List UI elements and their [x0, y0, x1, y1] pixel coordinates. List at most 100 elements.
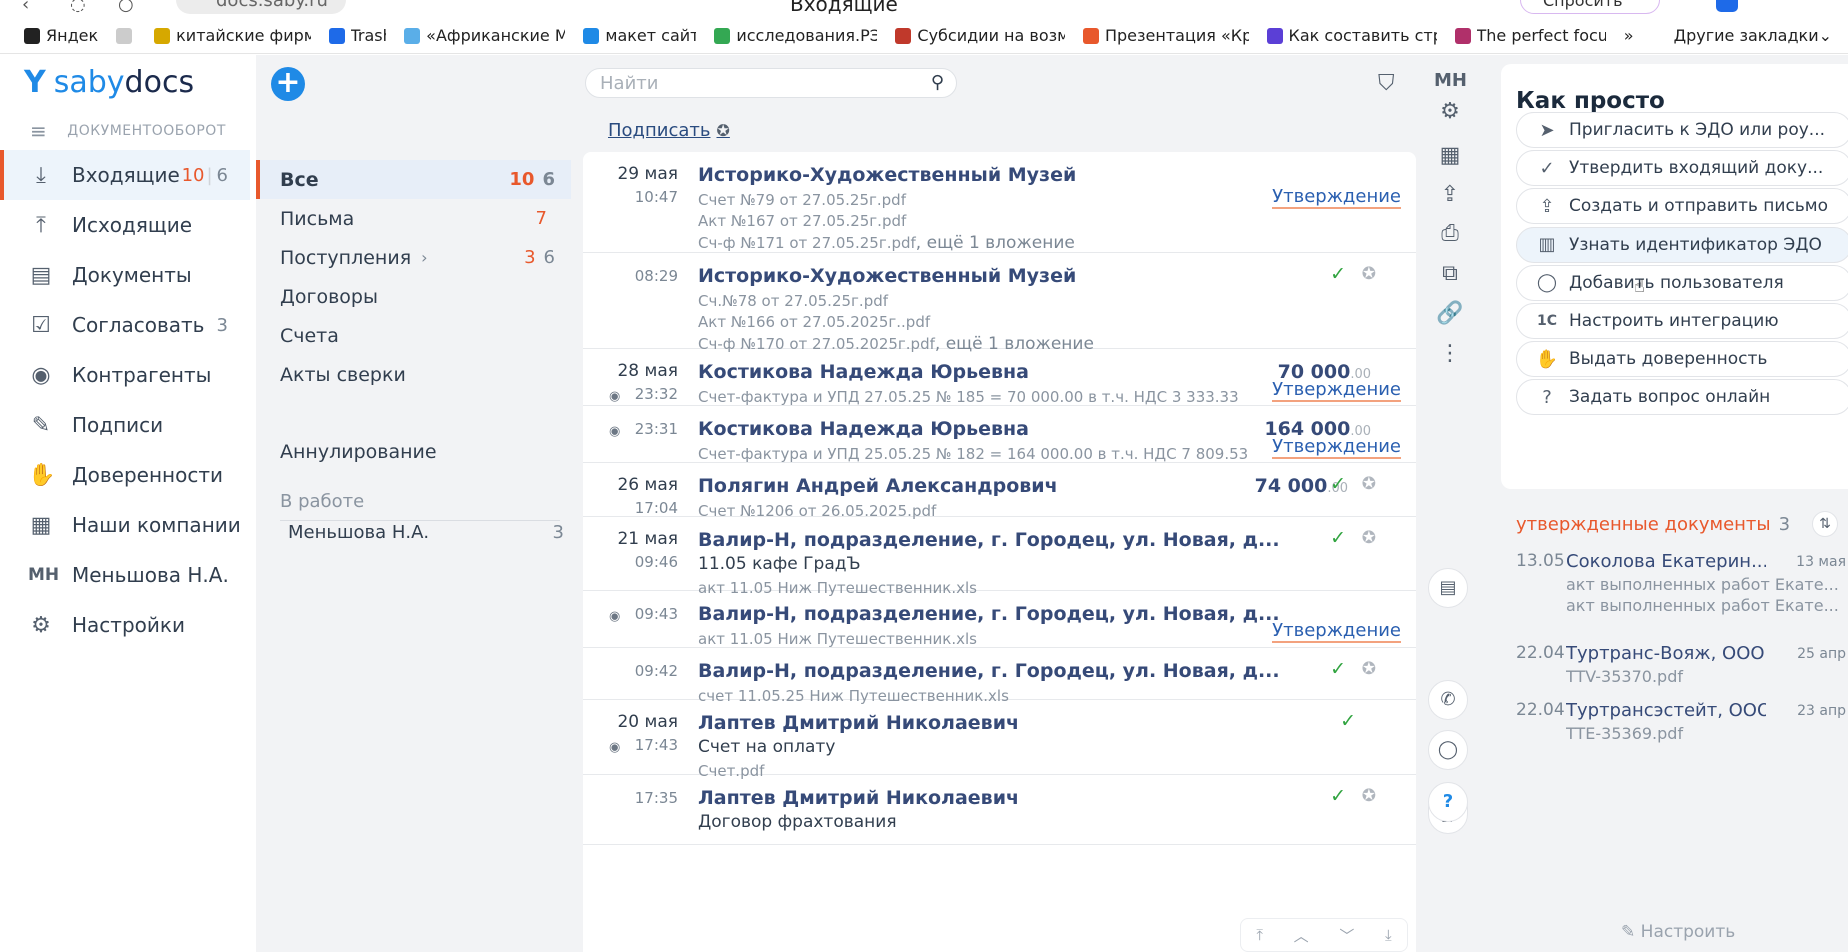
upload-tray-icon[interactable]: ⇪ [1420, 182, 1480, 207]
approved-doc-item[interactable]: 13.05 Соколова Екатерин... 13 мая акт выпол… [1516, 551, 1846, 621]
quick-action-button[interactable]: ? Задать вопрос онлайн [1516, 379, 1848, 416]
reload-icon[interactable]: ○ [118, 0, 134, 15]
document-row[interactable]: 08:29 Историко-Художественный Музей Сч.№78… [583, 253, 1416, 354]
phone-icon[interactable]: ✆ [1428, 680, 1468, 720]
doc-status-badge[interactable]: Утверждение [1272, 379, 1401, 402]
browser-extension-icon[interactable] [1716, 0, 1738, 12]
user-initials[interactable]: МН [1434, 70, 1467, 91]
link-icon[interactable]: 🔗 [1420, 301, 1480, 326]
menu-burger-icon[interactable]: ≡ [30, 119, 47, 143]
bookmark-item[interactable]: The perfect focu... [1454, 26, 1606, 45]
sidebar-item[interactable]: ⤓ Входящие 10 | 6 [0, 150, 250, 200]
yandex-icon[interactable]: ◌ [70, 0, 86, 15]
quick-action-button[interactable]: ⇪ Создать и отправить письмо [1516, 188, 1848, 225]
document-row[interactable]: 23:31 ◉ Костикова Надежда Юрьевна Счет-факт… [583, 406, 1416, 463]
create-plus-button[interactable]: + [271, 67, 305, 101]
document-row[interactable]: 29 мая 10:47 Историко-Художественный Музей… [583, 152, 1416, 253]
filter-item-annul[interactable]: Аннулирование [256, 432, 571, 471]
filter-item[interactable]: Акты сверки [256, 355, 571, 394]
other-bookmarks-button[interactable]: Другие закладки ⌄ [1674, 26, 1832, 45]
sort-icon[interactable]: ⇅ [1812, 511, 1838, 537]
approved-docs-header[interactable]: утвержденные документы 3 ⇅ [1516, 511, 1838, 537]
approved-doc-item[interactable]: 22.04 Туртранс-Вояж, ООО 25 апр TTV-35370.p… [1516, 643, 1846, 691]
quick-action-button[interactable]: ✓ Утвердить входящий доку... [1516, 150, 1848, 187]
filter-funnel-icon[interactable]: ⛉ [1378, 71, 1395, 96]
doc-sender[interactable]: Полягин Андрей Александрович [698, 475, 1058, 497]
doc-sender[interactable]: Историко-Художественный Музей [698, 265, 1076, 287]
chevron-right-icon[interactable]: › [421, 248, 427, 267]
quick-action-button[interactable]: ➤ Пригласить к ЭДО или роу... [1516, 112, 1848, 148]
scroll-down-icon[interactable]: ﹀ [1339, 925, 1354, 946]
doc-status-badge[interactable]: Утверждение [1272, 186, 1401, 209]
ask-button[interactable]: Спросить [1520, 0, 1660, 14]
bookmark-item[interactable]: Субсидии на возм... [895, 26, 1065, 45]
sidebar-item[interactable]: ✋ Доверенности [0, 450, 250, 500]
filter-item[interactable]: Все 10 6 [256, 160, 571, 199]
sidebar-item[interactable]: ▤ Документы [0, 250, 250, 300]
filter-sub-item[interactable]: Меньшова Н.А. 3 [288, 522, 564, 543]
document-row[interactable]: 28 мая 23:32 ◉ Костикова Надежда Юрьевна Сче… [583, 349, 1416, 406]
doc-sender[interactable]: Валир-Н, подразделение, г. Городец, ул. … [698, 603, 1280, 625]
address-bar[interactable]: docs.saby.ru [176, 0, 346, 14]
bookmark-item[interactable]: Яндекс [24, 26, 98, 45]
chat-icon[interactable]: ◯ [1428, 730, 1468, 770]
settings-gear-icon[interactable]: ⚙ [1420, 99, 1480, 124]
quick-action-button[interactable]: ▥ Узнать идентификатор ЭДО [1516, 226, 1848, 263]
sidebar-item[interactable]: МН Меньшова Н.А. [0, 550, 250, 600]
configure-button[interactable]: ✎ Настроить [1621, 922, 1735, 942]
approved-doc-name[interactable]: Туртранс-Вояж, ООО [1566, 643, 1766, 664]
doc-status-badge[interactable]: Утверждение [1272, 620, 1401, 643]
document-row[interactable]: 20 мая 17:43 ◉ Лаптев Дмитрий Николаевич Сче… [583, 700, 1416, 780]
search-icon[interactable]: ⚲ [931, 72, 944, 93]
notes-icon[interactable]: ▤ [1428, 568, 1468, 608]
bookmark-item[interactable]: Как составить стр... [1266, 26, 1437, 45]
quick-action-button[interactable]: ✋ Выдать доверенность [1516, 341, 1848, 378]
bookmark-item[interactable]: исследования.РЭ... [714, 26, 877, 45]
more-bookmarks-icon[interactable]: » [1624, 26, 1634, 45]
filter-item[interactable]: Поступления › 3 6 [256, 238, 571, 277]
logo[interactable]: Y saby docs [24, 65, 194, 100]
doc-sender[interactable]: Валир-Н, подразделение, г. Городец, ул. … [698, 529, 1280, 551]
search-input[interactable]: Найти ⚲ [585, 68, 957, 98]
sidebar-item[interactable]: ⚙ Настройки [0, 600, 250, 650]
bookmark-item[interactable]: Trash [328, 26, 386, 45]
back-icon[interactable]: ‹ [22, 0, 29, 15]
document-row[interactable]: 26 мая 17:04 Полягин Андрей Александрович С… [583, 463, 1416, 520]
doc-sender[interactable]: Костикова Надежда Юрьевна [698, 418, 1029, 440]
sidebar-item[interactable]: ◉ Контрагенты [0, 350, 250, 400]
calendar-upload-icon[interactable]: ▦ [1420, 143, 1480, 168]
sign-link[interactable]: Подписать ✪ [608, 120, 730, 141]
sidebar-item[interactable]: ☑ Согласовать 3 [0, 300, 250, 350]
doc-sender[interactable]: Валир-Н, подразделение, г. Городец, ул. … [698, 660, 1280, 682]
bookmark-item[interactable]: Презентация «Кр... [1082, 26, 1249, 45]
more-attachments[interactable]: , ещё 1 вложение [916, 233, 1075, 253]
more-vertical-icon[interactable]: ⋮ [1420, 341, 1480, 366]
document-row[interactable]: 17:35 Лаптев Дмитрий Николаевич Договор фр… [583, 775, 1416, 845]
document-row[interactable]: 21 мая 09:46 Валир-Н, подразделение, г. Го… [583, 517, 1416, 597]
approved-doc-name[interactable]: Соколова Екатерин... [1566, 551, 1766, 572]
help-question-icon[interactable]: ? [1428, 782, 1468, 822]
scroll-up-icon[interactable]: ︿ [1294, 925, 1309, 946]
quick-action-button[interactable]: ◯ Добавить пользователя [1516, 264, 1848, 301]
document-row[interactable]: 09:43 ◉ Валир-Н, подразделение, г. Городец… [583, 591, 1416, 648]
quick-action-button[interactable]: 1C Настроить интеграцию [1516, 303, 1848, 339]
bookmark-item[interactable]: «Африканские М... [404, 26, 565, 45]
document-row[interactable]: 09:42 Валир-Н, подразделение, г. Городец,… [583, 648, 1416, 705]
filter-item[interactable]: Договоры [256, 277, 571, 316]
sidebar-item[interactable]: ✎ Подписи [0, 400, 250, 450]
filter-item[interactable]: Письма 7 [256, 199, 571, 238]
doc-sender[interactable]: Костикова Надежда Юрьевна [698, 361, 1029, 383]
doc-sender[interactable]: Лаптев Дмитрий Николаевич [698, 712, 1019, 734]
scroll-bottom-icon[interactable]: ⤓ [1385, 926, 1392, 944]
compare-docs-icon[interactable]: ⧉ [1420, 261, 1480, 286]
bookmark-item[interactable]: макет сайта [583, 26, 696, 45]
printer-icon[interactable]: ⎙ [1420, 221, 1480, 246]
doc-status-badge[interactable]: Утверждение [1272, 436, 1401, 459]
doc-sender[interactable]: Историко-Художественный Музей [698, 164, 1076, 186]
approved-doc-item[interactable]: 22.04 Туртрансэстейт, ООО 23 апр TTE-35369.… [1516, 700, 1846, 748]
sidebar-item[interactable]: ▦ Наши компании [0, 500, 250, 550]
bookmark-item[interactable]: китайские фирмы [154, 26, 311, 45]
bookmark-item[interactable] [116, 27, 136, 44]
filter-item[interactable]: Счета [256, 316, 571, 355]
sidebar-item[interactable]: ⤒ Исходящие [0, 200, 250, 250]
